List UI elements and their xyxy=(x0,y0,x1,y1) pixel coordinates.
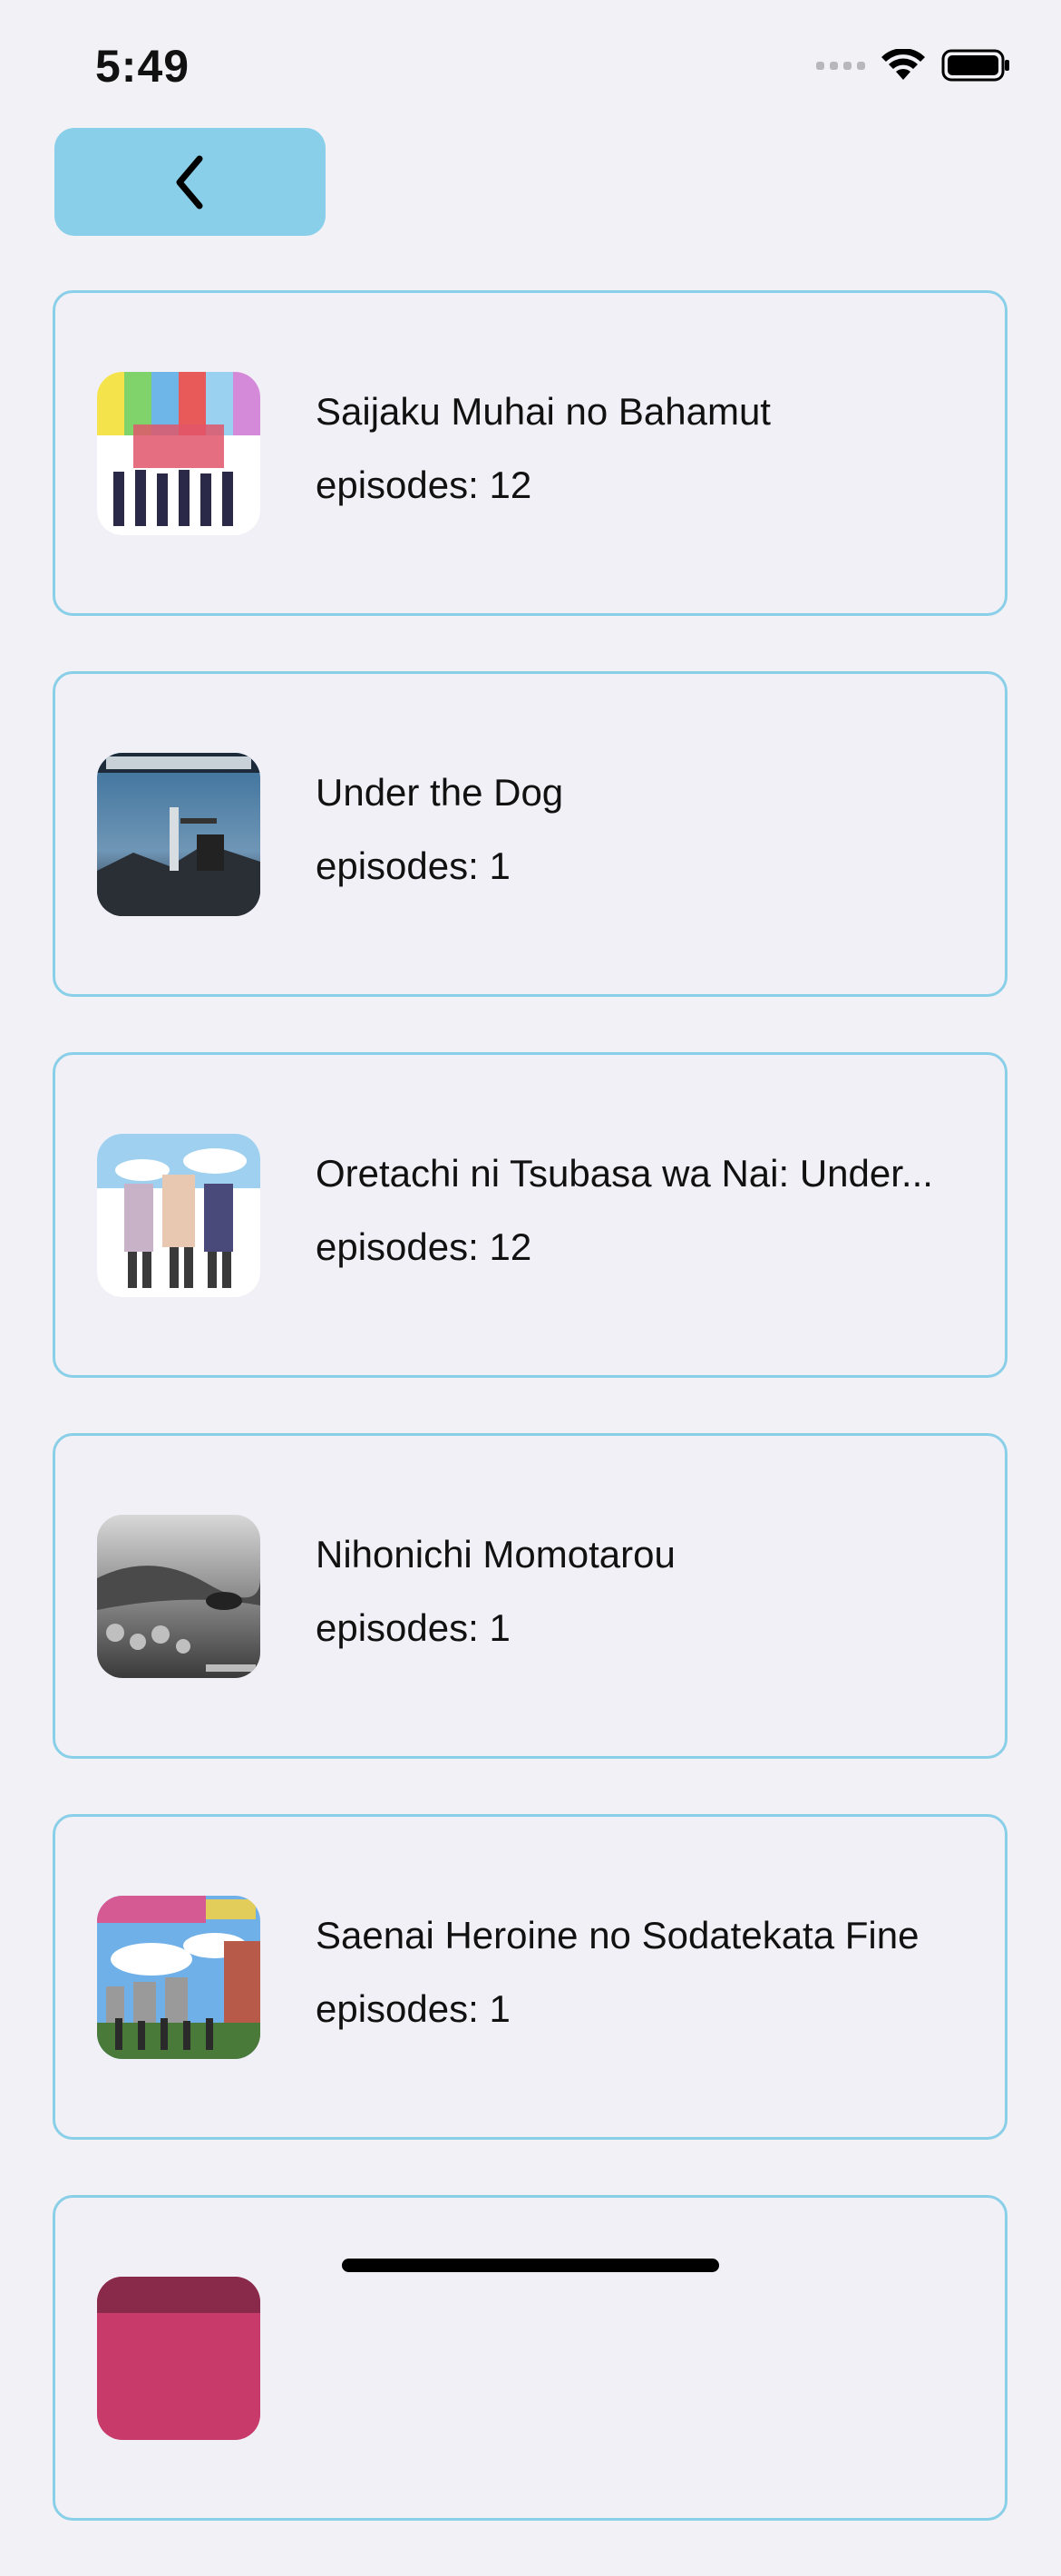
battery-icon xyxy=(941,49,1009,82)
anime-list: Saijaku Muhai no Bahamut episodes: 12 Un… xyxy=(53,290,1007,2576)
anime-episodes: episodes: 1 xyxy=(316,1606,511,1649)
anime-cover-image xyxy=(97,1134,260,1297)
anime-cover-image xyxy=(97,1896,260,2059)
status-bar: 5:49 xyxy=(0,0,1061,127)
anime-episodes: episodes: 12 xyxy=(316,1225,532,1268)
anime-title: Nihonichi Momotarou xyxy=(316,1533,676,1576)
anime-list-item[interactable]: Oretachi ni Tsubasa wa Nai: Under... epi… xyxy=(53,1052,1007,1378)
anime-title: Oretachi ni Tsubasa wa Nai: Under... xyxy=(316,1152,933,1195)
chevron-left-icon xyxy=(176,155,202,209)
anime-cover-image xyxy=(97,372,260,535)
anime-cover-image xyxy=(97,1515,260,1678)
status-icons xyxy=(816,49,1010,82)
anime-episodes: episodes: 12 xyxy=(316,463,532,506)
anime-cover-image xyxy=(97,753,260,916)
wifi-icon xyxy=(881,49,925,80)
anime-episodes: episodes: 1 xyxy=(316,1987,511,2030)
back-button[interactable] xyxy=(54,128,326,236)
anime-list-item[interactable] xyxy=(53,2195,1007,2521)
anime-list-item[interactable]: Saijaku Muhai no Bahamut episodes: 12 xyxy=(53,290,1007,616)
anime-title: Saijaku Muhai no Bahamut xyxy=(316,390,771,433)
anime-cover-image xyxy=(97,2277,260,2440)
anime-episodes: episodes: 1 xyxy=(316,844,511,887)
anime-list-item[interactable]: Saenai Heroine no Sodatekata Fine episod… xyxy=(53,1814,1007,2140)
cellular-signal-icon xyxy=(816,61,865,70)
home-indicator[interactable] xyxy=(342,2259,719,2272)
anime-title: Saenai Heroine no Sodatekata Fine xyxy=(316,1914,920,1956)
status-time: 5:49 xyxy=(95,41,190,92)
anime-list-item[interactable]: Nihonichi Momotarou episodes: 1 xyxy=(53,1433,1007,1759)
anime-list-item[interactable]: Under the Dog episodes: 1 xyxy=(53,671,1007,997)
anime-title: Under the Dog xyxy=(316,771,564,814)
